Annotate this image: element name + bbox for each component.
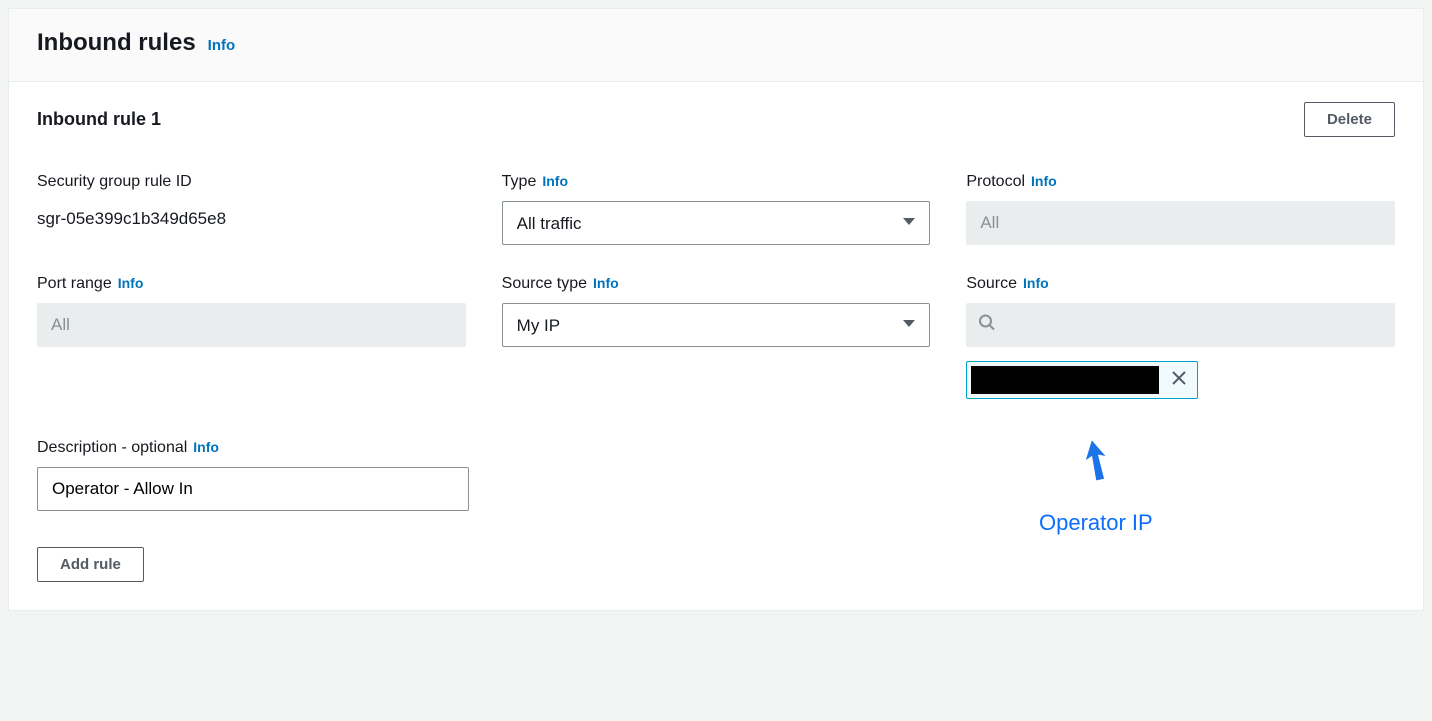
rule-header-row: Inbound rule 1 Delete bbox=[37, 102, 1395, 137]
source-search-wrapper bbox=[966, 303, 1395, 347]
description-info-link[interactable]: Info bbox=[193, 439, 219, 455]
security-group-rule-id-value: sgr-05e399c1b349d65e8 bbox=[37, 201, 466, 229]
security-group-rule-id-label: Security group rule ID bbox=[37, 173, 466, 191]
port-range-value: All bbox=[37, 303, 466, 347]
add-rule-button[interactable]: Add rule bbox=[37, 547, 144, 582]
type-label: Type bbox=[502, 173, 537, 191]
type-select-wrapper: All traffic bbox=[502, 201, 931, 245]
source-ip-redacted bbox=[971, 366, 1159, 394]
delete-button[interactable]: Delete bbox=[1304, 102, 1395, 137]
rule-fields-row-1: Security group rule ID sgr-05e399c1b349d… bbox=[37, 173, 1395, 399]
rule-fields-row-2: Description - optional Info bbox=[37, 439, 1395, 511]
protocol-label: Protocol bbox=[966, 173, 1025, 191]
source-type-select[interactable]: My IP bbox=[502, 303, 931, 347]
rule-title: Inbound rule 1 bbox=[37, 109, 161, 130]
source-group: Source Info bbox=[966, 275, 1395, 399]
panel-body: Inbound rule 1 Delete Security group rul… bbox=[9, 82, 1423, 610]
footer-actions: Add rule bbox=[37, 547, 1395, 582]
inbound-rules-panel: Inbound rules Info Inbound rule 1 Delete… bbox=[8, 8, 1424, 611]
source-info-link[interactable]: Info bbox=[1023, 275, 1049, 291]
port-range-info-link[interactable]: Info bbox=[118, 275, 144, 291]
source-type-group: Source type Info My IP bbox=[502, 275, 931, 399]
close-icon bbox=[1171, 370, 1187, 386]
inbound-rules-info-link[interactable]: Info bbox=[208, 37, 236, 54]
search-icon bbox=[978, 314, 996, 337]
port-range-group: Port range Info All bbox=[37, 275, 466, 399]
panel-title: Inbound rules bbox=[37, 29, 196, 57]
description-label: Description - optional bbox=[37, 439, 187, 457]
description-input[interactable] bbox=[37, 467, 469, 511]
source-type-label: Source type bbox=[502, 275, 587, 293]
type-group: Type Info All traffic bbox=[502, 173, 931, 245]
source-type-info-link[interactable]: Info bbox=[593, 275, 619, 291]
type-info-link[interactable]: Info bbox=[542, 173, 568, 189]
source-label: Source bbox=[966, 275, 1017, 293]
protocol-group: Protocol Info All bbox=[966, 173, 1395, 245]
panel-header: Inbound rules Info bbox=[9, 9, 1423, 82]
security-group-rule-id-group: Security group rule ID sgr-05e399c1b349d… bbox=[37, 173, 466, 245]
protocol-value: All bbox=[966, 201, 1395, 245]
protocol-info-link[interactable]: Info bbox=[1031, 173, 1057, 189]
remove-source-ip-button[interactable] bbox=[1167, 370, 1191, 390]
annotation-label: Operator IP bbox=[1039, 510, 1153, 536]
port-range-label: Port range bbox=[37, 275, 112, 293]
type-select[interactable]: All traffic bbox=[502, 201, 931, 245]
description-group: Description - optional Info bbox=[37, 439, 469, 511]
source-ip-token bbox=[966, 361, 1198, 399]
source-type-select-wrapper: My IP bbox=[502, 303, 931, 347]
source-search-input[interactable] bbox=[966, 303, 1395, 347]
